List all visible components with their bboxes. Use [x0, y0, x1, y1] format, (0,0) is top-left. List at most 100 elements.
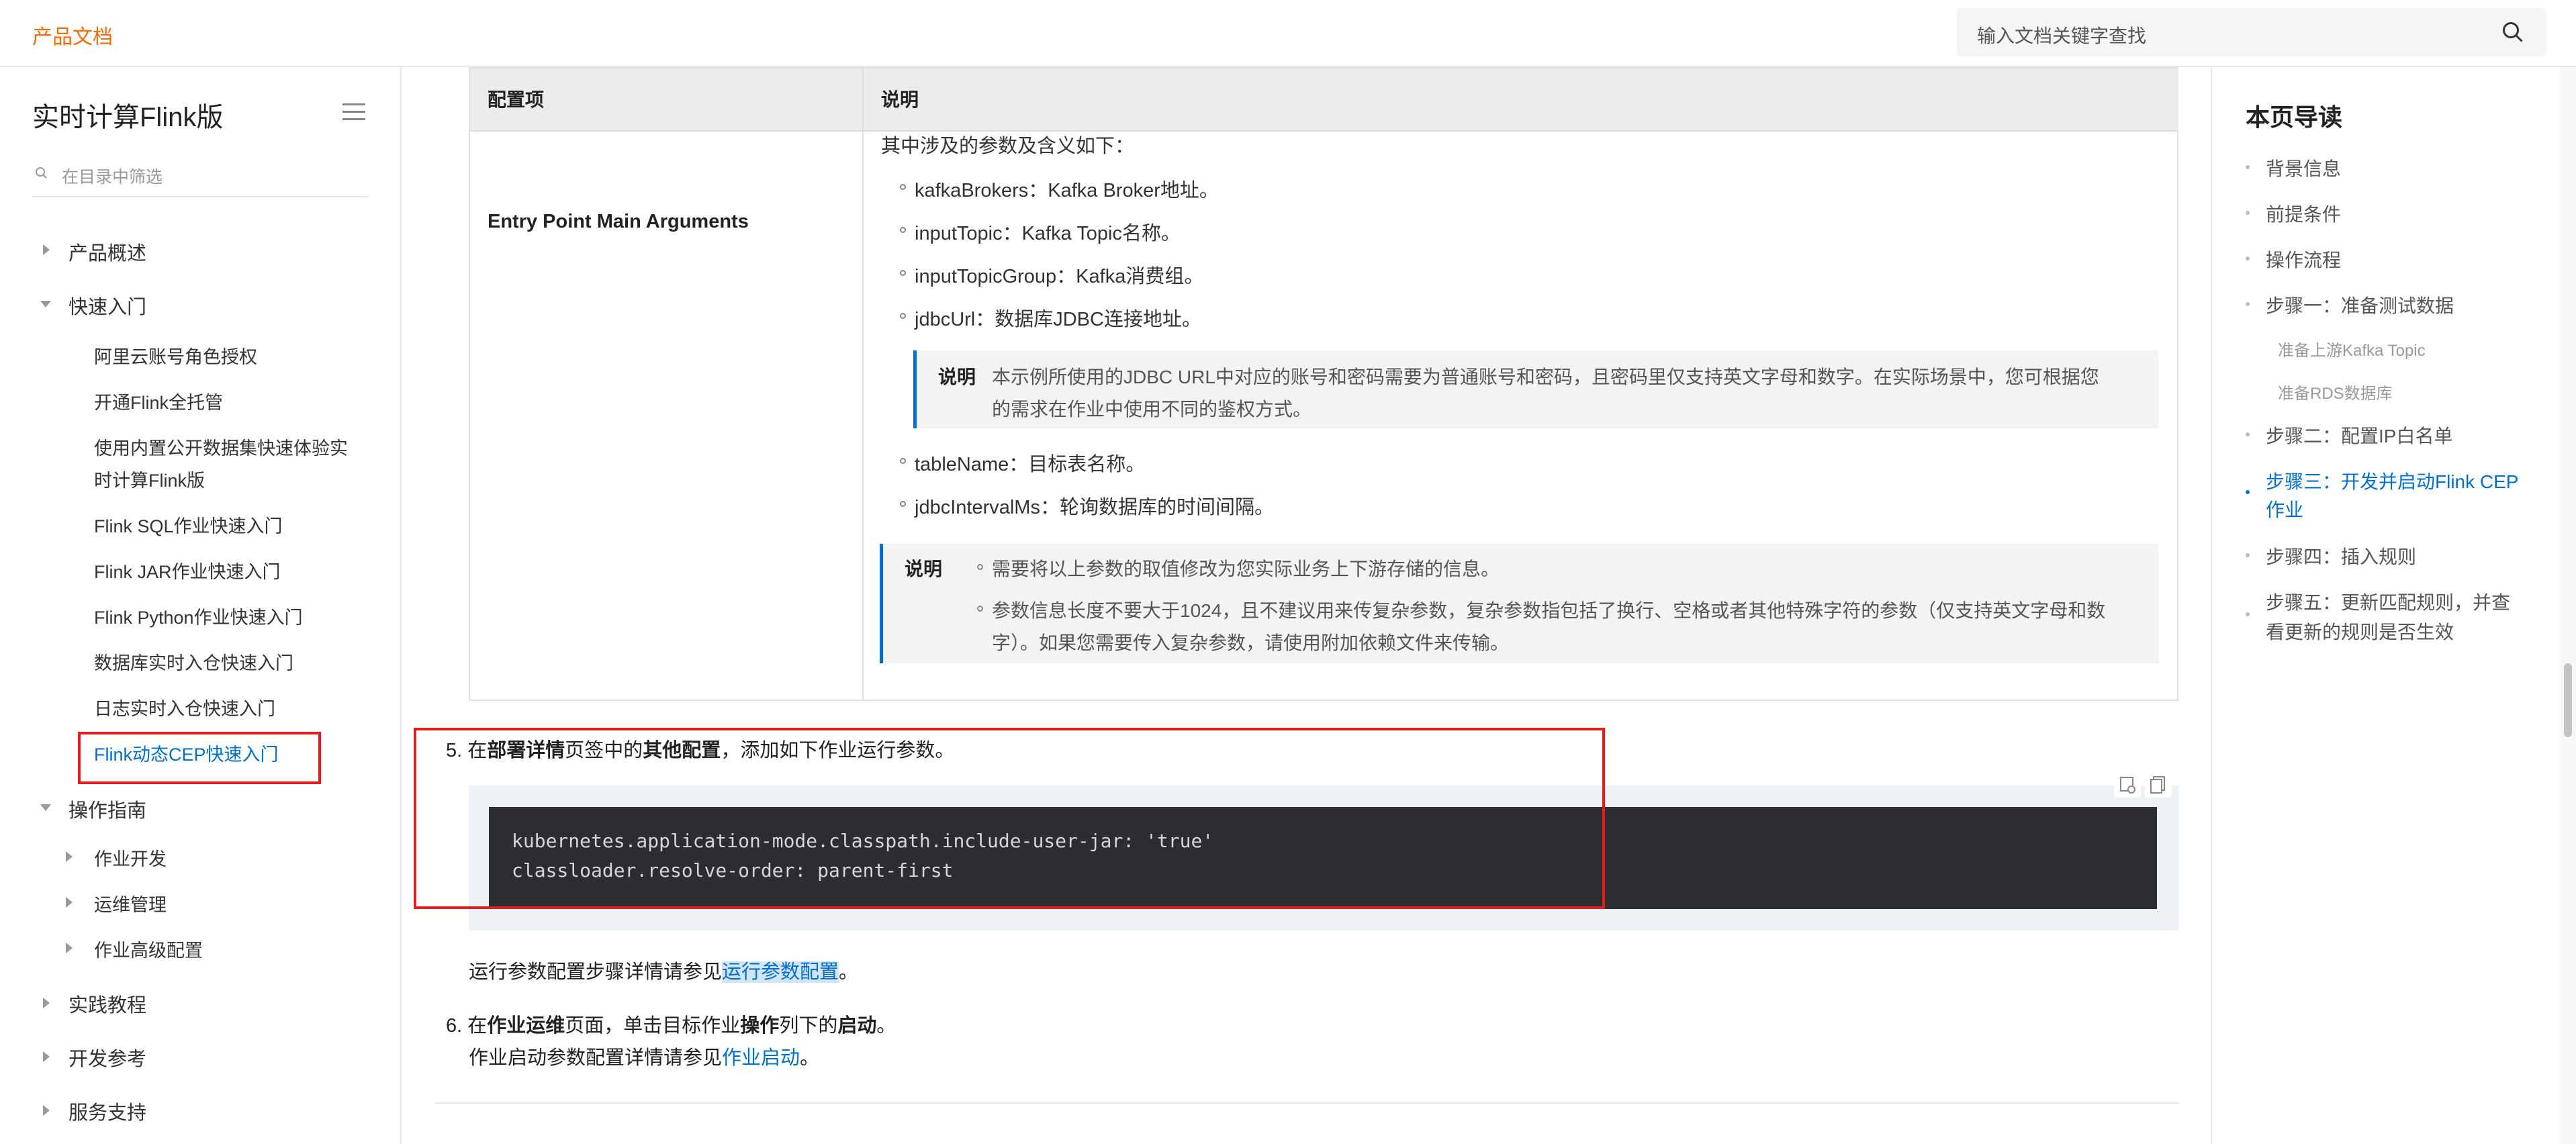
bullet-icon: [900, 313, 906, 319]
run-params-ref: 运行参数配置步骤详情请参见运行参数配置。: [469, 956, 858, 984]
config-table: 配置项 说明 Entry Point Main Arguments 其中涉及的参…: [469, 67, 2178, 701]
sidebar-item-flink-sql[interactable]: Flink SQL作业快速入门: [94, 512, 283, 538]
filter-placeholder: 在目录中筛选: [62, 168, 163, 187]
bullet-icon: [900, 501, 906, 507]
bullet-icon: [900, 270, 906, 276]
toc-item-active-line2[interactable]: 作业: [2266, 495, 2303, 522]
note-label: 说明: [905, 559, 943, 579]
sidebar-title: 实时计算Flink版: [32, 103, 224, 132]
toc-dot: [2246, 302, 2250, 306]
sidebar-item-ops[interactable]: 运维管理: [94, 890, 167, 916]
note-box: 说明 需要将以上参数的取值修改为您实际业务上下游存储的信息。 参数信息长度不要大…: [880, 544, 2158, 663]
search-placeholder: 输入文档关键字查找: [1977, 26, 2147, 46]
sidebar-item-quick-start[interactable]: 快速入门: [68, 291, 146, 320]
table-header-desc: 说明: [864, 68, 2178, 132]
toc-item[interactable]: 前提条件: [2266, 200, 2341, 227]
param-item: kafkaBrokers：Kafka Broker地址。: [915, 180, 1219, 201]
toc-title: 本页导读: [2246, 103, 2343, 131]
step-6: 6. 在作业运维页面，单击目标作业操作列下的启动。: [446, 1010, 896, 1038]
run-params-link[interactable]: 运行参数配置: [722, 961, 839, 983]
open-in-editor-icon[interactable]: [2114, 771, 2141, 798]
caret-right-icon[interactable]: [66, 897, 73, 908]
toc-item[interactable]: 步骤四：插入规则: [2266, 542, 2416, 569]
caret-right-icon[interactable]: [66, 851, 73, 862]
note-text: 字）。如果您需要传入复杂参数，请使用附加依赖文件来传输。: [992, 632, 1510, 653]
copy-icon[interactable]: [2145, 771, 2172, 798]
params-intro: 其中涉及的参数及含义如下：: [881, 136, 1135, 157]
sidebar-item-tutorials[interactable]: 实践教程: [68, 990, 146, 1018]
sidebar-item-builtin-dataset-line2[interactable]: 时计算Flink版: [94, 466, 205, 492]
highlight-box-sidebar: [78, 732, 321, 784]
toc-item[interactable]: 背景信息: [2266, 154, 2341, 181]
toc-item[interactable]: 步骤一：准备测试数据: [2266, 291, 2454, 318]
ref-text: 。: [839, 961, 859, 983]
top-bar: 产品文档 输入文档关键字查找: [0, 0, 2576, 67]
bullet-icon: [977, 564, 983, 570]
sidebar-item-role-auth[interactable]: 阿里云账号角色授权: [94, 342, 257, 369]
step-bold: 作业运维: [487, 1015, 565, 1037]
sidebar-item-flink-jar[interactable]: Flink JAR作业快速入门: [94, 557, 281, 583]
step-bold: 操作: [740, 1015, 780, 1037]
caret-right-icon[interactable]: [43, 1105, 50, 1116]
scrollbar-thumb[interactable]: [2564, 663, 2572, 737]
toc-item-line2[interactable]: 看更新的规则是否生效: [2266, 618, 2454, 645]
toc-panel: 本页导读 背景信息 前提条件 操作流程 步骤一：准备测试数据 准备上游Kafka…: [2211, 67, 2560, 1144]
ref-text: 作业启动参数配置详情请参见: [469, 1047, 723, 1069]
step-text: 在: [467, 1015, 488, 1037]
highlight-box-step5: [414, 728, 1605, 909]
sidebar-filter-input[interactable]: 在目录中筛选: [32, 156, 368, 197]
bullet-icon: [900, 458, 906, 464]
search-icon[interactable]: [2501, 20, 2525, 44]
table-divider: [862, 132, 864, 701]
sidebar-item-support[interactable]: 服务支持: [68, 1097, 146, 1125]
toc-sub-item[interactable]: 准备RDS数据库: [2278, 380, 2393, 403]
param-item: jdbcUrl：数据库JDBC连接地址。: [915, 309, 1201, 330]
ref-text: 。: [800, 1047, 820, 1069]
job-start-link[interactable]: 作业启动: [722, 1047, 800, 1069]
toc-item[interactable]: 步骤五：更新匹配规则，并查: [2266, 588, 2510, 615]
sidebar-item-dev-ref[interactable]: 开发参考: [68, 1043, 146, 1071]
note-box: 说明 本示例所使用的JDBC URL中对应的账号和密码需要为普通账号和密码，且密…: [913, 350, 2158, 428]
toc-item[interactable]: 步骤二：配置IP白名单: [2266, 422, 2452, 448]
caret-down-icon[interactable]: [40, 301, 51, 307]
doc-search-input[interactable]: 输入文档关键字查找: [1957, 8, 2546, 56]
toc-dot: [2246, 553, 2250, 557]
step-number: 6.: [446, 1015, 463, 1037]
filter-search-icon: [36, 167, 47, 179]
sidebar-item-job-dev[interactable]: 作业开发: [94, 845, 167, 871]
sidebar-item-advanced-config[interactable]: 作业高级配置: [94, 936, 203, 962]
section-divider: [435, 1102, 2178, 1104]
note-label: 说明: [938, 367, 976, 387]
sidebar-item-guide[interactable]: 操作指南: [68, 795, 146, 823]
sidebar: 实时计算Flink版 在目录中筛选 产品概述 快速入门 阿里云账号角色授权 开通…: [0, 67, 402, 1144]
toc-dot: [2246, 432, 2250, 436]
note-text: 本示例所使用的JDBC URL中对应的账号和密码需要为普通账号和密码，且密码里仅…: [992, 367, 2099, 387]
caret-right-icon[interactable]: [66, 943, 73, 953]
sidebar-item-db-ingest[interactable]: 数据库实时入仓快速入门: [94, 649, 293, 675]
toc-dot: [2246, 165, 2250, 169]
step-text: 。: [876, 1015, 896, 1037]
param-item: jdbcIntervalMs：轮询数据库的时间间隔。: [915, 497, 1274, 518]
toc-item[interactable]: 操作流程: [2266, 246, 2341, 273]
toc-sub-item[interactable]: 准备上游Kafka Topic: [2278, 337, 2426, 361]
step-text: 页面，单击目标作业: [565, 1015, 741, 1037]
scrollbar[interactable]: [2560, 67, 2576, 1144]
sidebar-item-flink-python[interactable]: Flink Python作业快速入门: [94, 603, 303, 629]
toc-dot: [2246, 612, 2250, 616]
sidebar-item-activate-flink[interactable]: 开通Flink全托管: [94, 388, 223, 414]
sidebar-item-product-overview[interactable]: 产品概述: [68, 238, 146, 266]
caret-right-icon[interactable]: [43, 998, 50, 1008]
caret-right-icon[interactable]: [43, 1051, 50, 1062]
step-bold: 启动: [837, 1015, 877, 1037]
sidebar-item-log-ingest[interactable]: 日志实时入仓快速入门: [94, 694, 275, 720]
sidebar-item-builtin-dataset[interactable]: 使用内置公开数据集快速体验实: [94, 434, 348, 460]
caret-down-icon[interactable]: [40, 804, 51, 811]
param-item: tableName：目标表名称。: [915, 454, 1146, 475]
param-item: inputTopic：Kafka Topic名称。: [915, 223, 1181, 244]
brand-link[interactable]: 产品文档: [32, 20, 113, 50]
toc-item-active[interactable]: 步骤三：开发并启动Flink CEP: [2266, 467, 2518, 494]
param-item: inputTopicGroup：Kafka消费组。: [915, 266, 1204, 287]
menu-icon[interactable]: [342, 102, 365, 122]
caret-right-icon[interactable]: [43, 244, 50, 255]
bullet-icon: [900, 184, 906, 190]
